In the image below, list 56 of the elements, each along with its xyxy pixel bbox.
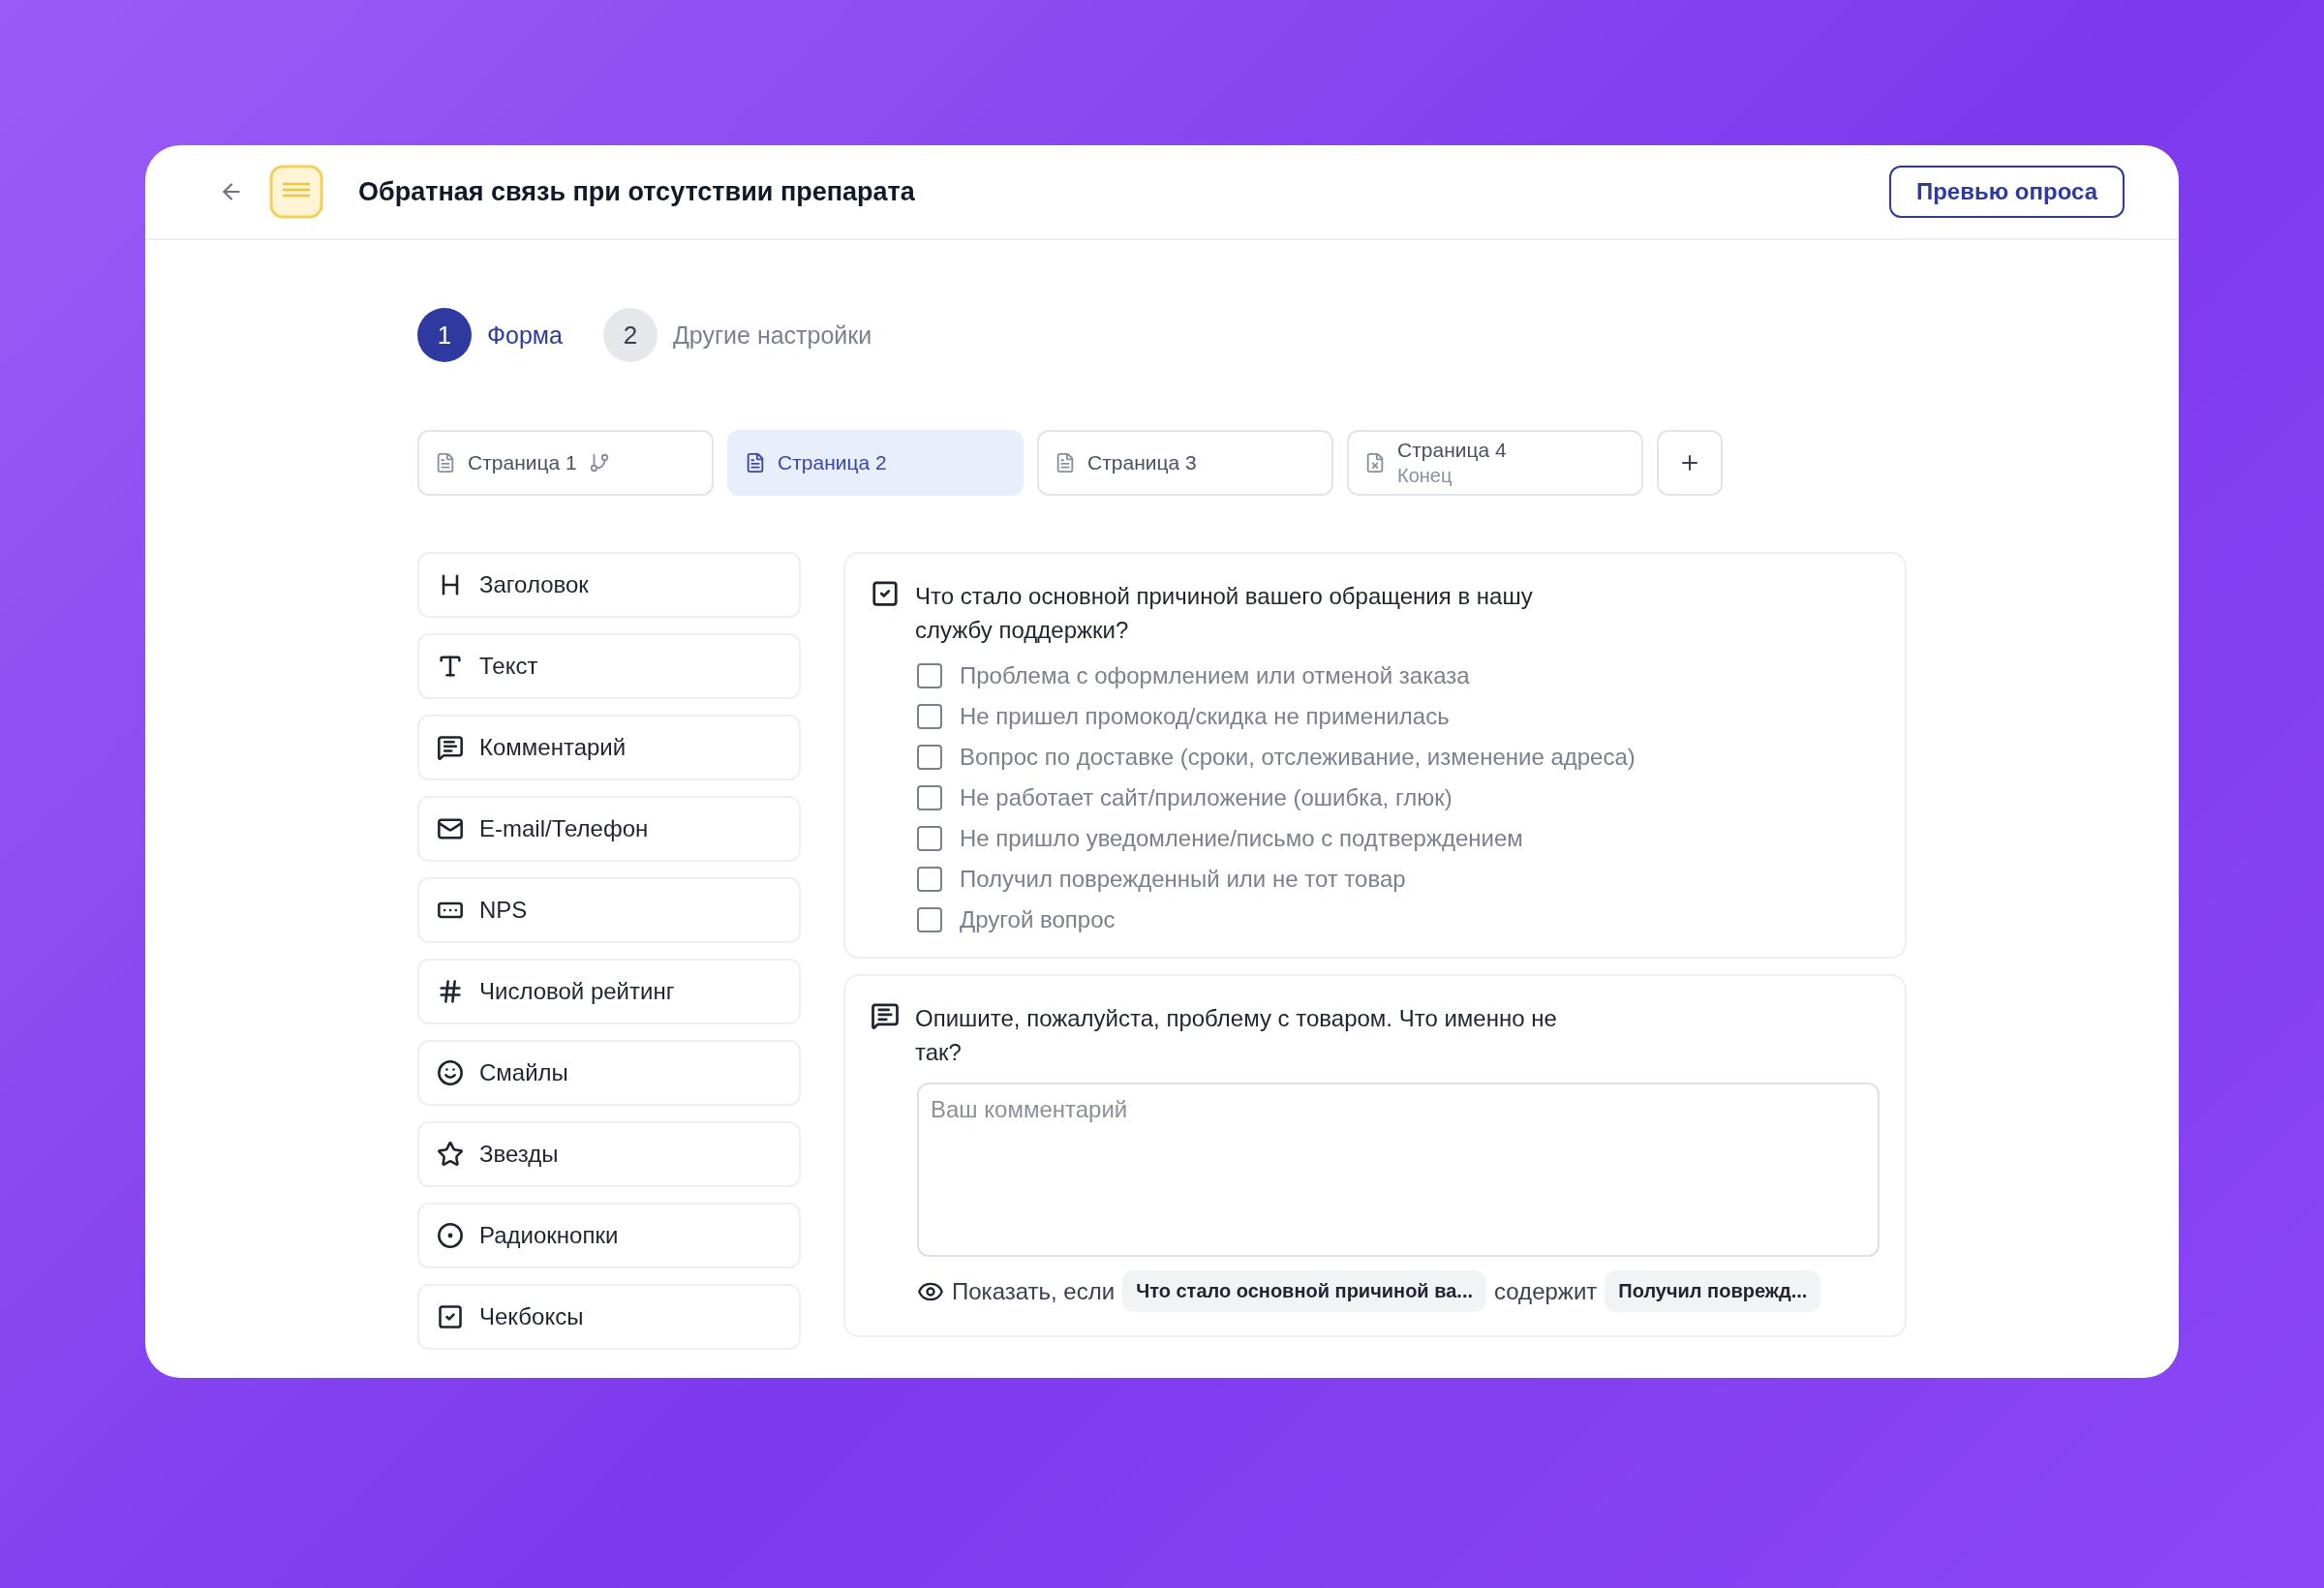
survey-title: Обратная связь при отсутствии препарата bbox=[358, 176, 916, 207]
document-icon bbox=[1055, 452, 1076, 473]
block-item[interactable]: E-mail/Телефон bbox=[417, 796, 801, 862]
comment-field[interactable]: Ваш комментарий bbox=[917, 1083, 1880, 1257]
text-size-icon bbox=[437, 653, 464, 680]
smiley-icon bbox=[437, 1059, 464, 1086]
block-item[interactable]: Текст bbox=[417, 633, 801, 699]
option-label: Не пришло уведомление/письмо с подтверждением bbox=[960, 825, 1523, 852]
block-item[interactable]: NPS bbox=[417, 877, 801, 943]
option-label: Вопрос по доставке (сроки, отслеживание, изменение адреса) bbox=[960, 744, 1636, 771]
document-icon bbox=[435, 452, 456, 473]
option-label: Получил поврежденный или не тот товар bbox=[960, 866, 1406, 893]
checkbox-icon bbox=[437, 1303, 464, 1330]
hash-icon bbox=[437, 978, 464, 1005]
comment-icon bbox=[871, 1001, 900, 1030]
checkbox[interactable] bbox=[917, 826, 942, 851]
page-tab[interactable]: Страница 3 bbox=[1037, 430, 1333, 496]
checkbox[interactable] bbox=[917, 867, 942, 892]
checkbox[interactable] bbox=[917, 745, 942, 770]
notepad-icon bbox=[269, 165, 323, 219]
mail-icon bbox=[437, 815, 464, 842]
condition-operator: содержит bbox=[1494, 1277, 1598, 1305]
star-icon bbox=[437, 1141, 464, 1168]
document-x-icon bbox=[1364, 452, 1386, 473]
preview-button[interactable]: Превью опроса bbox=[1888, 166, 2125, 218]
checkbox[interactable] bbox=[917, 663, 942, 688]
document-icon bbox=[745, 452, 766, 473]
checkbox[interactable] bbox=[917, 704, 942, 729]
step-number[interactable]: 2 bbox=[602, 308, 657, 362]
block-item[interactable]: Заголовок bbox=[417, 552, 801, 618]
page-tab[interactable]: Страница 2 bbox=[727, 430, 1024, 496]
block-item[interactable]: Радиокнопки bbox=[417, 1203, 801, 1268]
comment-icon bbox=[437, 734, 464, 761]
option-label: Другой вопрос bbox=[960, 906, 1116, 933]
block-item[interactable]: Смайлы bbox=[417, 1040, 801, 1106]
option-label: Проблема с оформлением или отменой заказа bbox=[960, 662, 1470, 689]
option-label: Не работает сайт/приложение (ошибка, глюк) bbox=[960, 784, 1452, 811]
condition-question-chip[interactable]: Что стало основной причиной ва... bbox=[1122, 1270, 1487, 1312]
condition-value-chip[interactable]: Получил поврежд... bbox=[1605, 1270, 1821, 1312]
condition-label: Показать, если bbox=[952, 1277, 1116, 1305]
step-label[interactable]: Форма bbox=[487, 321, 563, 350]
page-tab[interactable]: Страница 4 Конец bbox=[1347, 430, 1643, 496]
checkbox[interactable] bbox=[917, 785, 942, 810]
block-item[interactable]: Звезды bbox=[417, 1121, 801, 1187]
block-item[interactable]: Числовой рейтинг bbox=[417, 959, 801, 1024]
question-title: Опишите, пожалуйста, проблему с товаром. Что именно не так? bbox=[915, 1004, 1558, 1067]
step-label[interactable]: Другие настройки bbox=[672, 321, 872, 350]
page-tab[interactable]: Страница 1 bbox=[417, 430, 714, 496]
checkbox[interactable] bbox=[917, 907, 942, 932]
option-label: Не пришел промокод/скидка не применилась bbox=[960, 703, 1450, 730]
block-item[interactable]: Комментарий bbox=[417, 715, 801, 780]
checkbox-icon bbox=[871, 579, 900, 608]
block-item[interactable]: Чекбоксы bbox=[417, 1284, 801, 1350]
radio-icon bbox=[437, 1222, 464, 1249]
question-title: Что стало основной причиной вашего обращения в нашу службу поддержки? bbox=[915, 582, 1534, 645]
step-number[interactable]: 1 bbox=[417, 308, 472, 362]
